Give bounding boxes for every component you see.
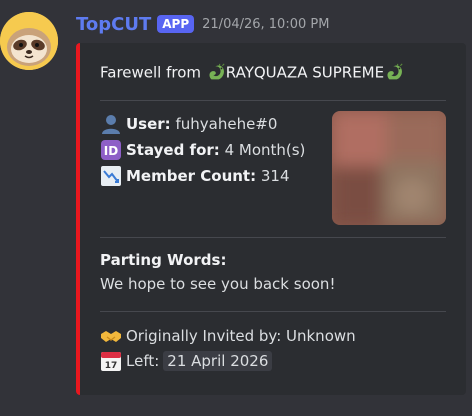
dragon-icon: [209, 63, 225, 80]
embed-thumbnail[interactable]: [332, 111, 446, 225]
field-stayed: ID Stayed for: 4 Month(s): [100, 139, 305, 161]
svg-text:ID: ID: [104, 144, 118, 158]
timestamp[interactable]: 21/04/26, 10:00 PM: [202, 17, 329, 32]
username[interactable]: TopCUT: [76, 14, 151, 35]
divider: [100, 311, 446, 312]
invited-by-line: Originally Invited by: Unknown: [100, 325, 356, 347]
left-label: Left:: [126, 352, 160, 370]
embed-title: Farewell from RAYQUAZA SUPREME: [100, 63, 408, 83]
field-member-count: Member Count: 314: [100, 165, 290, 187]
member-count-value: 314: [260, 167, 290, 185]
invited-by-text: Originally Invited by: Unknown: [126, 327, 356, 345]
farewell-embed: Farewell from RAYQUAZA SUPREME User: fuh…: [76, 43, 466, 395]
handshake-icon: [101, 331, 121, 342]
embed-title-prefix: Farewell from: [100, 63, 206, 82]
divider: [100, 100, 446, 101]
id-button-icon: ID: [101, 140, 121, 160]
divider: [100, 237, 446, 238]
left-date-line: 17 Left: 21 April 2026: [100, 350, 273, 372]
svg-text:17: 17: [105, 361, 118, 371]
field-user: User: fuhyahehe#0: [100, 113, 277, 135]
message-header: TopCUT APP 21/04/26, 10:00 PM: [76, 12, 329, 36]
app-badge: APP: [157, 15, 195, 33]
user-label: User:: [126, 115, 171, 133]
parting-words-text: We hope to see you back soon!: [100, 275, 336, 293]
calendar-icon: 17: [101, 352, 121, 371]
parting-words-title: Parting Words:: [100, 251, 227, 269]
chart-decreasing-icon: [101, 166, 121, 186]
left-date[interactable]: 21 April 2026: [163, 351, 273, 371]
bust-in-silhouette-icon: [102, 115, 120, 134]
member-count-label: Member Count:: [126, 167, 257, 185]
dragon-icon: [387, 63, 403, 80]
sloth-avatar-icon: [0, 12, 58, 70]
avatar[interactable]: [0, 12, 58, 70]
stayed-label: Stayed for:: [126, 141, 220, 159]
stayed-value: 4 Month(s): [224, 141, 306, 159]
user-value: fuhyahehe#0: [175, 115, 278, 133]
blurred-thumbnail-image: [332, 111, 446, 225]
embed-title-server: RAYQUAZA SUPREME: [225, 63, 385, 82]
